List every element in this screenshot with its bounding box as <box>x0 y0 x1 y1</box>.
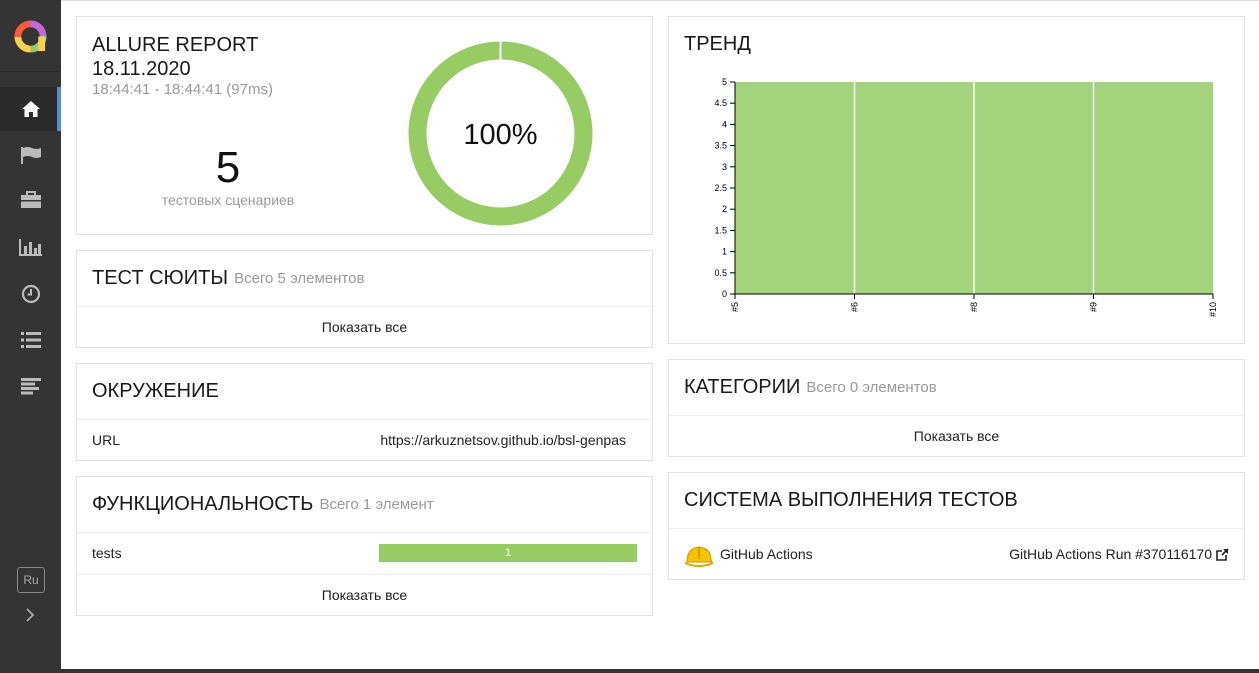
nav-graphs[interactable] <box>0 225 61 269</box>
executors-widget: СИСТЕМА ВЫПОЛНЕНИЯ ТЕСТОВ GitHub Actions… <box>668 472 1245 580</box>
chevron-right-icon <box>26 608 35 622</box>
trend-y-tick-label: 0 <box>722 289 727 299</box>
top-border <box>61 0 1259 1</box>
executor-run-label: GitHub Actions Run #370116170 <box>1009 546 1212 562</box>
trend-y-tick-label: 4 <box>722 119 727 129</box>
environment-title: ОКРУЖЕНИЕ <box>92 380 219 402</box>
suites-header: ТЕСТ СЮИТЫ Всего 5 элементов <box>92 251 637 306</box>
report-time-range: 18:44:41 - 18:44:41 (97ms) <box>92 81 273 98</box>
clock-icon <box>21 284 40 304</box>
categories-title: КАТЕГОРИИ <box>684 376 801 398</box>
align-left-icon <box>20 378 41 395</box>
features-widget: ФУНКЦИОНАЛЬНОСТЬ Всего 1 элемент tests 1… <box>76 476 653 616</box>
trend-x-tick-label: #8 <box>969 302 979 312</box>
suites-widget: ТЕСТ СЮИТЫ Всего 5 элементов Показать вс… <box>76 250 653 348</box>
summary-widget: ALLURE REPORT 18.11.2020 18:44:41 - 18:4… <box>76 16 653 235</box>
trend-y-tick-label: 1 <box>722 247 727 257</box>
features-header: ФУНКЦИОНАЛЬНОСТЬ Всего 1 элемент <box>92 477 637 532</box>
trend-y-tick-label: 0.5 <box>714 268 727 278</box>
home-icon <box>21 101 40 117</box>
nav-packages[interactable] <box>0 364 61 408</box>
feature-passed-bar[interactable]: 1 <box>379 544 637 562</box>
trend-y-tick-label: 2.5 <box>714 183 727 193</box>
trend-x-tick-label: #6 <box>850 302 860 312</box>
suites-show-all-link[interactable]: Показать все <box>77 319 652 335</box>
separator <box>77 574 652 575</box>
briefcase-icon <box>20 191 41 208</box>
separator <box>669 415 1244 416</box>
trend-x-tick-label: #9 <box>1089 302 1099 312</box>
expand-sidebar-button[interactable] <box>18 603 42 627</box>
trend-y-tick-label: 2 <box>722 204 727 214</box>
categories-header: КАТЕГОРИИ Всего 0 элементов <box>684 360 1229 415</box>
trend-y-tick-label: 5 <box>722 77 727 87</box>
pass-rate-donut[interactable]: 100% <box>408 41 593 226</box>
env-value: https://arkuznetsov.github.io/bsl-genpas <box>380 432 626 448</box>
external-link-icon <box>1216 547 1229 561</box>
features-count: Всего 1 элемент <box>319 496 434 513</box>
feature-name: tests <box>92 545 122 561</box>
separator <box>669 528 1244 529</box>
executor-row: GitHub Actions GitHub Actions Run #37011… <box>684 542 1229 568</box>
bottom-border <box>61 669 1259 673</box>
allure-logo-icon <box>14 20 47 53</box>
trend-x-tick-label: #5 <box>730 302 740 312</box>
flag-icon <box>20 147 41 164</box>
language-button[interactable]: Ru <box>17 567 45 593</box>
nav-suites[interactable] <box>0 178 61 222</box>
nav-behaviors[interactable] <box>0 318 61 362</box>
pass-rate-percent: 100% <box>463 119 537 151</box>
categories-show-all-link[interactable]: Показать все <box>669 428 1244 444</box>
report-date: 18.11.2020 <box>92 58 191 80</box>
test-count-label: тестовых сценариев <box>161 192 295 208</box>
report-title: ALLURE REPORT <box>92 34 259 56</box>
trend-y-tick-label: 3.5 <box>714 141 727 151</box>
suites-title: ТЕСТ СЮИТЫ <box>92 267 229 289</box>
trend-x-tick-label: #10 <box>1208 302 1218 317</box>
categories-count: Всего 0 элементов <box>806 379 937 396</box>
trend-y-tick-label: 3 <box>722 162 727 172</box>
suites-count: Всего 5 элементов <box>234 270 365 287</box>
environment-header: ОКРУЖЕНИЕ <box>92 364 637 419</box>
nav-categories[interactable] <box>0 133 61 177</box>
nav-overview[interactable] <box>0 87 61 131</box>
nav-timeline[interactable] <box>0 272 61 316</box>
helmet-icon <box>685 546 713 567</box>
bar-chart-icon <box>18 239 42 256</box>
report-title-block: ALLURE REPORT 18.11.2020 <box>92 33 258 81</box>
trend-widget: ТРЕНД 0 0.5 1 1.5 2 2.5 3 3.5 4 4.5 5 #5 #6 #8 #9 #10 <box>668 16 1245 344</box>
executors-title: СИСТЕМА ВЫПОЛНЕНИЯ ТЕСТОВ <box>684 489 1018 511</box>
env-key: URL <box>92 432 121 448</box>
sidebar: Ru <box>0 0 61 673</box>
executor-name: GitHub Actions <box>720 546 813 562</box>
trend-y-tick-label: 1.5 <box>714 225 727 235</box>
separator <box>77 306 652 307</box>
features-title: ФУНКЦИОНАЛЬНОСТЬ <box>92 493 314 515</box>
trend-chart[interactable]: 0 0.5 1 1.5 2 2.5 3 3.5 4 4.5 5 #5 #6 #8 #9 #10 <box>669 17 1246 345</box>
list-icon <box>20 332 41 348</box>
features-show-all-link[interactable]: Показать все <box>77 587 652 603</box>
categories-widget: КАТЕГОРИИ Всего 0 элементов Показать все <box>668 359 1245 457</box>
environment-widget: ОКРУЖЕНИЕ URL https://arkuznetsov.github… <box>76 363 653 461</box>
separator <box>77 419 652 420</box>
separator <box>77 532 652 533</box>
executors-header: СИСТЕМА ВЫПОЛНЕНИЯ ТЕСТОВ <box>684 473 1229 528</box>
logo-area[interactable] <box>0 0 61 72</box>
test-count: 5 <box>215 143 241 192</box>
trend-y-tick-label: 4.5 <box>714 98 727 108</box>
executor-run-link[interactable]: GitHub Actions Run #370116170 <box>1009 546 1229 562</box>
